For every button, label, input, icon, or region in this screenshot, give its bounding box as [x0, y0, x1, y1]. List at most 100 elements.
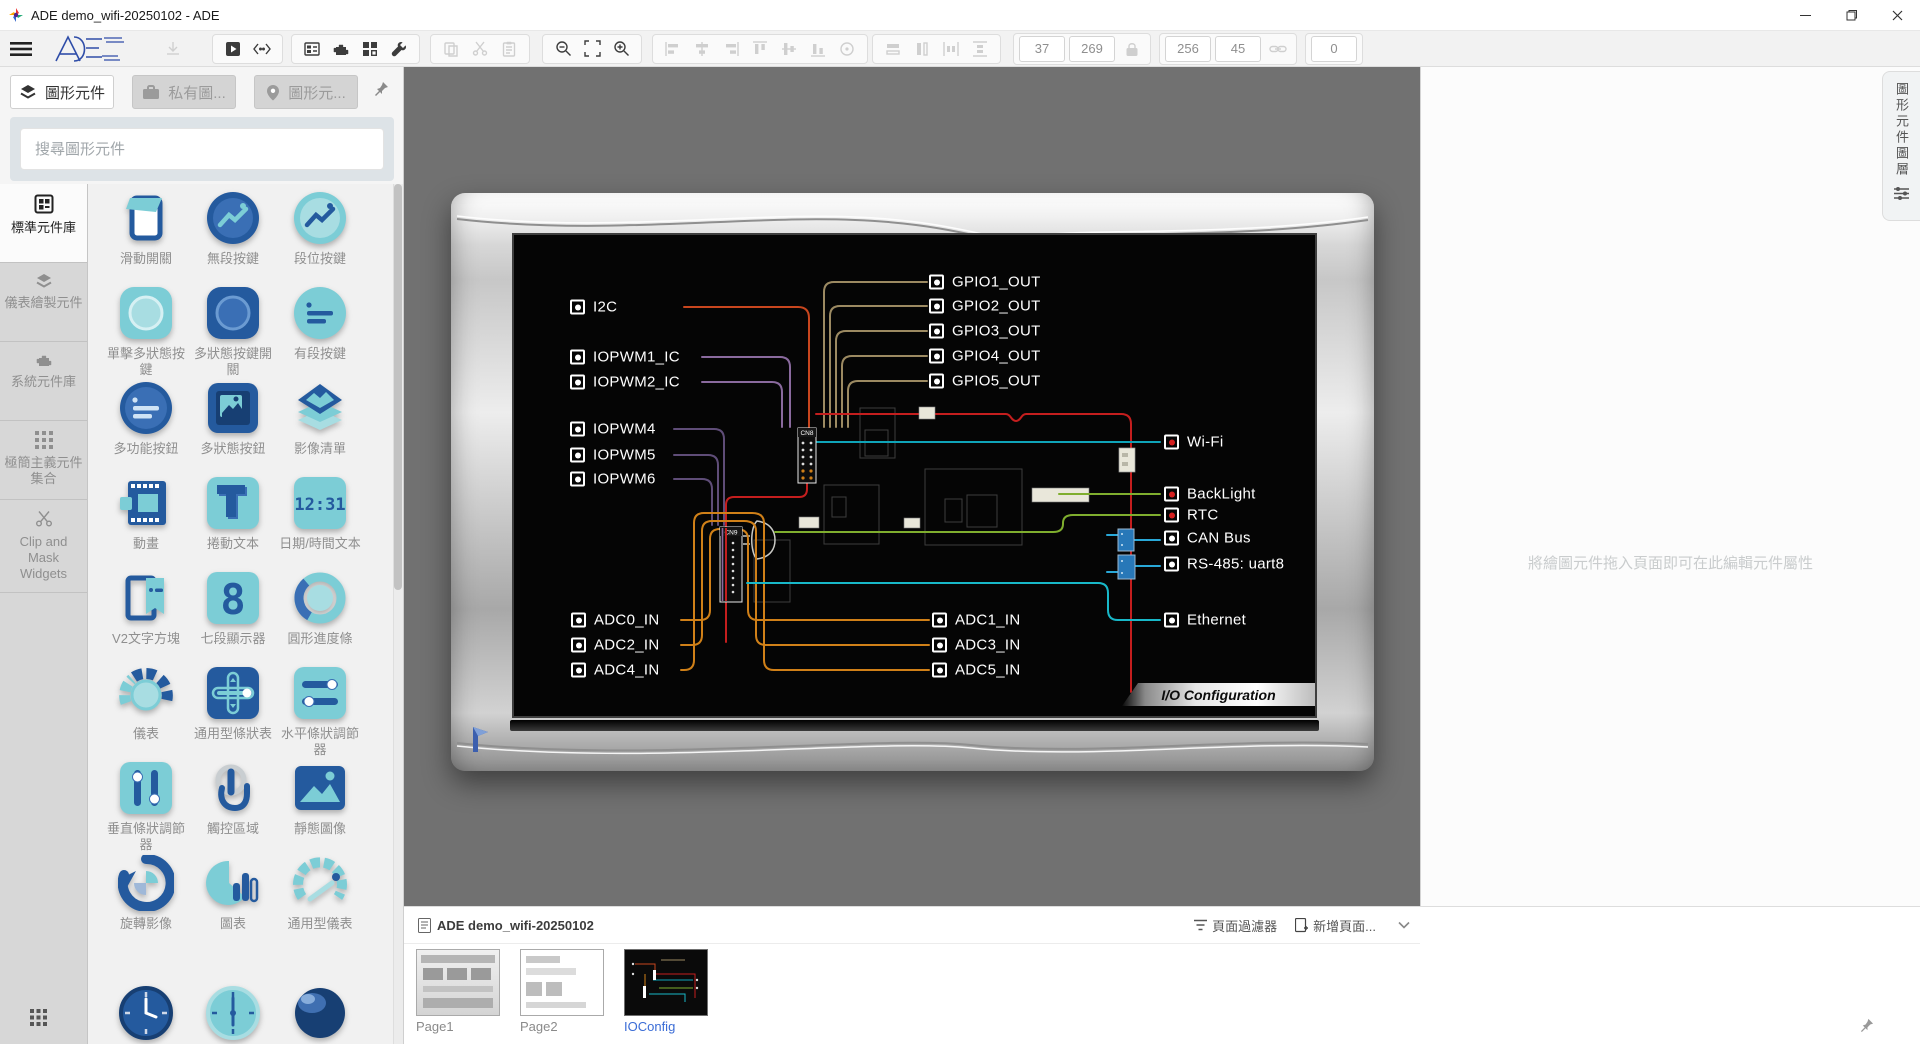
widget-item[interactable]: 通用型儀表 [275, 855, 365, 932]
widget-item[interactable]: 無段按鍵 [188, 190, 278, 267]
widget-item[interactable]: 捲動文本 [188, 475, 278, 552]
category-3[interactable]: 系統元件庫 [0, 342, 87, 421]
widget-item[interactable]: 多狀態按鍵開關 [188, 285, 278, 378]
port-label-gpio5-out[interactable]: GPIO5_OUT [929, 373, 1041, 390]
rotation-field[interactable] [1311, 36, 1357, 62]
x-field[interactable] [1019, 36, 1065, 62]
apps-grid-icon[interactable] [30, 1009, 47, 1026]
maximize-button[interactable] [1828, 0, 1874, 30]
library-tab-2[interactable]: 私有圖... [132, 75, 236, 109]
generic-gauge-icon [292, 855, 348, 911]
widget-item[interactable]: 通用型條狀表 [188, 665, 278, 742]
sliders-icon[interactable] [1894, 186, 1909, 201]
widget-item[interactable]: 滑動開關 [101, 190, 191, 267]
run-icon[interactable] [220, 36, 246, 62]
port-label-iopwm4[interactable]: IOPWM4 [570, 421, 656, 438]
port-label-adc1-in[interactable]: ADC1_IN [932, 612, 1020, 629]
port-label-adc3-in[interactable]: ADC3_IN [932, 637, 1020, 654]
widget-item[interactable]: 圖表 [188, 855, 278, 932]
add-page-button[interactable]: 新增頁面... [1295, 916, 1376, 935]
port-label-gpio2-out[interactable]: GPIO2_OUT [929, 298, 1041, 315]
widget-item[interactable]: 單擊多狀態按鍵 [101, 285, 191, 378]
port-label-gpio4-out[interactable]: GPIO4_OUT [929, 348, 1041, 365]
port-label-gpio1-out[interactable]: GPIO1_OUT [929, 274, 1041, 291]
port-label-iopwm1-ic[interactable]: IOPWM1_IC [570, 349, 680, 366]
widget-item[interactable]: 有段按鍵 [275, 285, 365, 362]
port-label-ethernet[interactable]: Ethernet [1164, 612, 1246, 629]
port-label-adc0-in[interactable]: ADC0_IN [571, 612, 659, 629]
widget-item[interactable]: 靜態圖像 [275, 760, 365, 837]
device-screen[interactable]: CN8 CN9 I2CIOPWM1_ICIOPWM2_ICIOPWM4IOPWM… [512, 233, 1317, 718]
port-label-rtc[interactable]: RTC [1164, 507, 1218, 524]
widget-item[interactable] [101, 985, 191, 1041]
zoom-in-icon[interactable] [608, 36, 634, 62]
page-item-page2[interactable]: Page2 [520, 949, 604, 1034]
port-label-wi-fi[interactable]: Wi-Fi [1164, 434, 1223, 451]
port-label-backlight[interactable]: BackLight [1164, 486, 1256, 503]
library-tab-1[interactable]: 圖形元件 [10, 75, 114, 109]
page-filter-button[interactable]: 頁面過濾器 [1194, 916, 1277, 935]
widget-item[interactable]: 影像清單 [275, 380, 365, 457]
library-tab-label: 圖形元件 [45, 82, 105, 103]
screen-lower-bezel [510, 720, 1319, 731]
puzzle-icon[interactable] [328, 36, 354, 62]
add-page-icon [1295, 918, 1308, 933]
zoom-out-icon[interactable] [550, 36, 576, 62]
page-item-ioconfig[interactable]: IOConfig [624, 949, 708, 1034]
y-field[interactable] [1069, 36, 1115, 62]
design-canvas[interactable]: CN8 CN9 I2CIOPWM1_ICIOPWM2_ICIOPWM4IOPWM… [404, 67, 1420, 906]
pushpin-icon[interactable] [374, 81, 389, 96]
code-icon[interactable] [249, 36, 275, 62]
widget-item[interactable] [188, 985, 278, 1041]
widget-item[interactable]: 段位按鍵 [275, 190, 365, 267]
widget-item[interactable] [275, 985, 365, 1041]
panel-icon[interactable] [299, 36, 325, 62]
page-thumbnail[interactable] [624, 949, 708, 1016]
panel-pushpin-icon[interactable] [1860, 1018, 1874, 1032]
page-thumbnail[interactable] [520, 949, 604, 1016]
widget-grid-scrollbar[interactable] [393, 184, 403, 1044]
search-input[interactable] [20, 128, 384, 170]
widget-item[interactable]: 動畫 [101, 475, 191, 552]
category-5[interactable]: Clip and Mask Widgets [0, 500, 87, 593]
layers-collapsed-tab[interactable]: 圖形元件圖層 [1882, 71, 1920, 221]
io-configuration-banner[interactable]: I/O Configuration [1122, 683, 1315, 706]
zoom-fit-icon[interactable] [579, 36, 605, 62]
menu-icon[interactable] [8, 36, 34, 62]
port-label-adc5-in[interactable]: ADC5_IN [932, 662, 1020, 679]
widget-item[interactable]: 多功能按鈕 [101, 380, 191, 457]
port-label-adc2-in[interactable]: ADC2_IN [571, 637, 659, 654]
widget-item[interactable]: V2文字方塊 [101, 570, 191, 647]
widget-item[interactable]: 多狀態按鈕 [188, 380, 278, 457]
widget-item[interactable]: 圓形進度條 [275, 570, 365, 647]
widget-item[interactable]: 觸控區域 [188, 760, 278, 837]
wrench-icon[interactable] [386, 36, 412, 62]
port-label-gpio3-out[interactable]: GPIO3_OUT [929, 323, 1041, 340]
height-field[interactable] [1215, 36, 1261, 62]
widget-item[interactable]: 旋轉影像 [101, 855, 191, 932]
port-label-iopwm5[interactable]: IOPWM5 [570, 447, 656, 464]
widget-item[interactable]: 垂直條狀調節器 [101, 760, 191, 853]
widget-item[interactable]: 8七段顯示器 [188, 570, 278, 647]
port-label-adc4-in[interactable]: ADC4_IN [571, 662, 659, 679]
port-label-iopwm6[interactable]: IOPWM6 [570, 471, 656, 488]
port-label-can-bus[interactable]: CAN Bus [1164, 530, 1251, 547]
widget-item[interactable]: 水平條狀調節器 [275, 665, 365, 758]
blocks-icon[interactable] [357, 36, 383, 62]
library-tab-3[interactable]: 圖形元... [254, 75, 358, 109]
category-2[interactable]: 儀表繪製元件 [0, 263, 87, 342]
widget-item[interactable]: 12:31日期/時間文本 [275, 475, 365, 552]
close-button[interactable] [1874, 0, 1920, 30]
port-text: GPIO3_OUT [952, 323, 1041, 340]
chevron-down-icon[interactable] [1398, 921, 1410, 929]
width-field[interactable] [1165, 36, 1211, 62]
minimize-button[interactable] [1782, 0, 1828, 30]
port-label-iopwm2-ic[interactable]: IOPWM2_IC [570, 374, 680, 391]
category-1[interactable]: 標準元件庫 [0, 184, 87, 263]
widget-item[interactable]: 儀表 [101, 665, 191, 742]
port-label-i2c[interactable]: I2C [570, 299, 617, 316]
port-label-rs-485-uart8[interactable]: RS-485: uart8 [1164, 556, 1284, 573]
page-thumbnail[interactable] [416, 949, 500, 1016]
category-4[interactable]: 極簡主義元件集合 [0, 421, 87, 500]
page-item-page1[interactable]: Page1 [416, 949, 500, 1034]
